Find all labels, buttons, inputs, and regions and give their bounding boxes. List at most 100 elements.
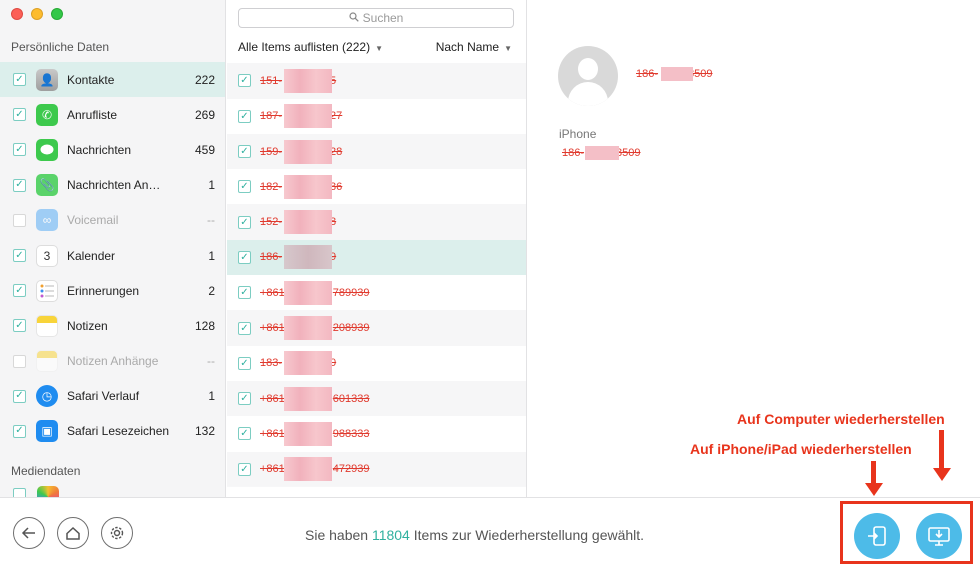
checkbox[interactable]: ✓ xyxy=(13,108,26,122)
checkbox[interactable]: ✓ xyxy=(13,249,26,263)
sidebar-item-label: Safari Lesezeichen xyxy=(67,424,170,439)
section-title-personal: Persönliche Daten xyxy=(11,40,110,54)
checkbox[interactable]: ✓ xyxy=(238,321,251,335)
zoom-window-button[interactable] xyxy=(51,8,63,20)
arrow-head-icon xyxy=(933,468,951,481)
list-item[interactable]: ✓ +861 208939 xyxy=(227,310,526,346)
contacts-icon: 👤 xyxy=(36,68,58,91)
arrow-head-icon xyxy=(865,483,883,496)
sort-dropdown[interactable]: Nach Name ▼ xyxy=(436,40,512,54)
checkbox[interactable]: ✓ xyxy=(238,109,251,123)
calendar-icon: 3 xyxy=(36,244,58,267)
checkbox[interactable]: ✓ xyxy=(13,354,26,368)
checkbox[interactable]: ✓ xyxy=(238,74,251,88)
list-item[interactable]: ✓ +861 789939 xyxy=(227,275,526,310)
phone-label: iPhone xyxy=(559,127,597,141)
sidebar-item-count: 1 xyxy=(208,389,215,404)
settings-button[interactable] xyxy=(101,517,133,549)
checkbox[interactable]: ✓ xyxy=(13,389,26,403)
checkbox[interactable]: ✓ xyxy=(13,178,26,192)
close-window-button[interactable] xyxy=(11,8,23,20)
sidebar-item-label: Erinnerungen xyxy=(67,283,140,298)
sidebar-item-message-attachments[interactable]: ✓ 📎 Nachrichten An… 1 xyxy=(0,168,225,203)
sidebar-item-messages[interactable]: ✓ Nachrichten 459 xyxy=(0,132,225,167)
list-item[interactable]: ✓ +861 988333 xyxy=(227,416,526,451)
list-item[interactable]: ✓ 159- 28 xyxy=(227,133,526,170)
list-item[interactable]: ✓ 187- 27 xyxy=(227,99,526,134)
sidebar-item-label: Safari Verlauf xyxy=(67,389,140,404)
redaction-block xyxy=(585,146,619,160)
restore-to-device-button[interactable] xyxy=(854,513,900,559)
sidebar-item-calendar[interactable]: ✓ 3 Kalender 1 xyxy=(0,238,225,273)
sidebar-item-voicemail[interactable]: ✓ ∞ Voicemail -- xyxy=(0,203,225,238)
sidebar-item-count: 1 xyxy=(208,178,215,193)
checkbox[interactable]: ✓ xyxy=(238,392,251,406)
arrow-computer xyxy=(939,430,944,470)
checkbox[interactable]: ✓ xyxy=(13,213,26,227)
filter-label: Alle Items auflisten (222) xyxy=(238,40,371,54)
list-item[interactable]: ✓ 152- 8 xyxy=(227,204,526,240)
contact-list: ✓ 1878 ✓ 151-5 ✓ 187-27 ✓ 159-28 ✓ 1 xyxy=(227,59,526,487)
voicemail-icon: ∞ xyxy=(36,209,58,232)
sidebar-item-safari-history[interactable]: ✓ ◷ Safari Verlauf 1 xyxy=(0,379,225,414)
checkbox[interactable]: ✓ xyxy=(238,250,251,264)
checkbox[interactable]: ✓ xyxy=(13,424,26,438)
redaction-block xyxy=(284,421,332,446)
filter-dropdown[interactable]: Alle Items auflisten (222) ▼ xyxy=(238,40,383,54)
sidebar: Persönliche Daten ✓ 👤 Kontakte 222 ✓ ✆ A… xyxy=(0,0,226,497)
checkbox[interactable]: ✓ xyxy=(13,73,26,87)
checkbox[interactable]: ✓ xyxy=(238,215,251,229)
sidebar-item-contacts[interactable]: ✓ 👤 Kontakte 222 xyxy=(0,62,225,98)
messages-icon xyxy=(36,138,58,161)
restore-to-device-icon xyxy=(868,526,886,546)
list-item[interactable]: ✓ 183- 0 xyxy=(227,346,526,381)
checkbox[interactable]: ✓ xyxy=(238,356,251,370)
sort-label: Nach Name xyxy=(435,40,500,54)
back-button[interactable] xyxy=(13,517,45,549)
search-icon xyxy=(349,11,359,25)
sidebar-item-count: 2 xyxy=(208,283,215,298)
chevron-down-icon: ▼ xyxy=(504,44,512,53)
checkbox[interactable]: ✓ xyxy=(13,319,26,333)
sidebar-item-label: Kalender xyxy=(67,248,116,263)
restore-highlight-box xyxy=(840,501,973,564)
checkbox[interactable]: ✓ xyxy=(13,284,26,298)
sidebar-item-label: Kontakte xyxy=(67,72,115,87)
home-icon xyxy=(66,526,80,540)
redaction-block xyxy=(661,67,693,81)
minimize-window-button[interactable] xyxy=(31,8,43,20)
search-placeholder: Suchen xyxy=(362,11,404,25)
list-item[interactable]: ✓ 151- 5 xyxy=(227,63,526,99)
chevron-down-icon: ▼ xyxy=(375,44,383,53)
list-item-selected[interactable]: ✓ 186- 9 xyxy=(227,239,526,276)
sidebar-item-count: 222 xyxy=(194,72,215,87)
sidebar-item-count: -- xyxy=(207,354,215,369)
checkbox[interactable]: ✓ xyxy=(238,145,251,159)
checkbox[interactable]: ✓ xyxy=(238,286,251,300)
checkbox[interactable]: ✓ xyxy=(238,462,251,476)
sidebar-item-calls[interactable]: ✓ ✆ Anrufliste 269 xyxy=(0,97,225,132)
home-button[interactable] xyxy=(57,517,89,549)
checkbox[interactable] xyxy=(13,488,26,497)
status-text: Sie haben 11804 Items zur Wiederherstell… xyxy=(305,527,645,543)
checkbox[interactable]: ✓ xyxy=(13,143,26,157)
checkbox[interactable]: ✓ xyxy=(238,180,251,194)
photos-icon xyxy=(37,486,59,497)
list-item[interactable]: ✓ +861 472939 xyxy=(227,451,526,487)
list-item[interactable]: ✓ 182- 36 xyxy=(227,169,526,204)
list-header: Alle Items auflisten (222) ▼ Nach Name ▼ xyxy=(238,40,512,54)
restore-to-computer-button[interactable] xyxy=(916,513,962,559)
sidebar-item-safari-bookmarks[interactable]: ✓ ▣ Safari Lesezeichen 132 xyxy=(0,414,225,449)
sidebar-item-reminders[interactable]: ✓ Erinnerungen 2 xyxy=(0,273,225,308)
search-input[interactable]: Suchen xyxy=(238,8,514,28)
sidebar-item-notes-attachments[interactable]: ✓ Notizen Anhänge -- xyxy=(0,344,225,379)
arrow-left-icon xyxy=(21,527,35,539)
sidebar-item-notes[interactable]: ✓ Notizen 128 xyxy=(0,308,225,343)
arrow-iphone xyxy=(871,461,876,485)
redaction-block xyxy=(284,139,332,164)
checkbox[interactable]: ✓ xyxy=(238,427,251,441)
item-list-panel: Suchen Alle Items auflisten (222) ▼ Nach … xyxy=(227,0,527,497)
list-item[interactable]: ✓ +861 601333 xyxy=(227,380,526,417)
annotation-computer: Auf Computer wiederherstellen xyxy=(737,411,945,427)
section-title-media: Mediendaten xyxy=(11,464,81,478)
